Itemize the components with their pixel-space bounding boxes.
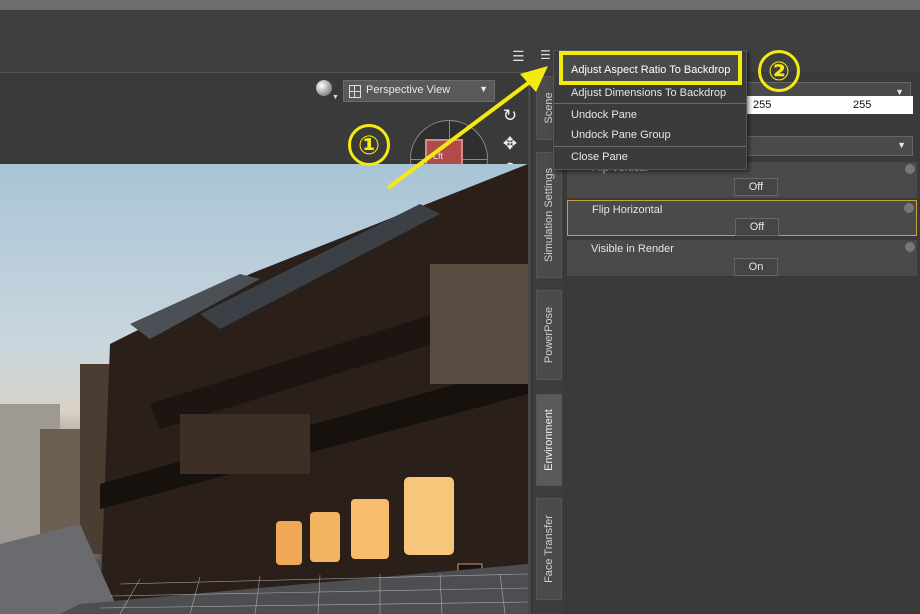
step-1-badge: ① [348, 124, 390, 166]
step-2-badge: ② [758, 50, 800, 92]
annotation-arrow-layer [386, 66, 548, 190]
annotation-arrow [386, 76, 537, 190]
